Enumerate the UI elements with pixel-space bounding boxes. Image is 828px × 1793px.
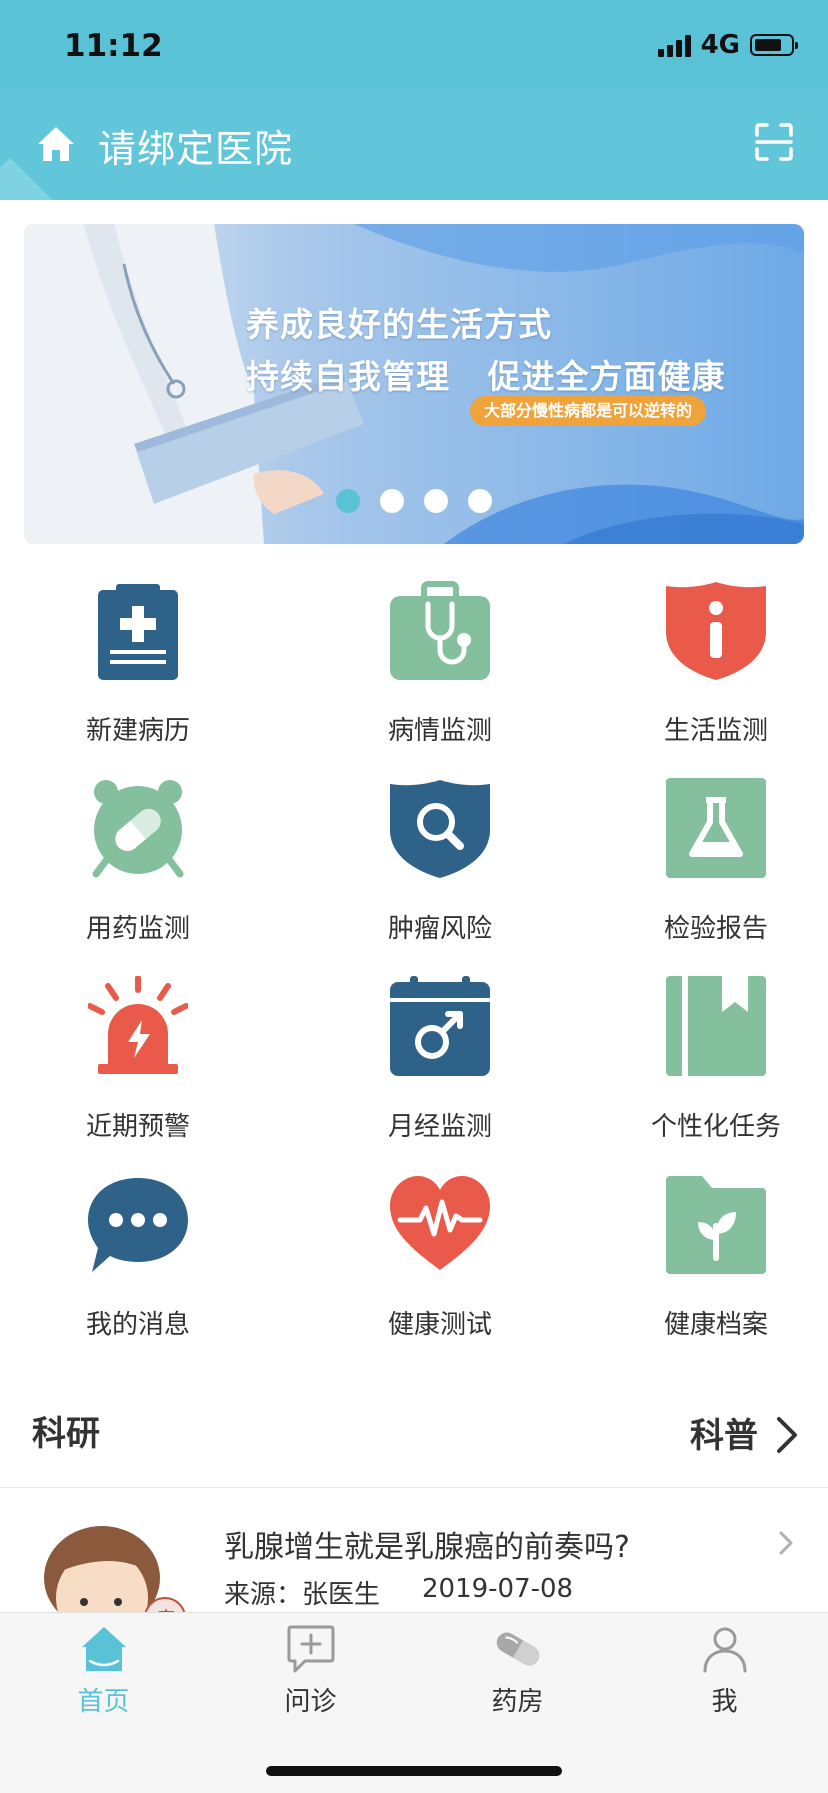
- siren-icon: [88, 976, 188, 1074]
- carousel-dot[interactable]: [380, 489, 404, 513]
- grid-label: 个性化任务: [650, 1112, 781, 1142]
- capsule-icon: [496, 1632, 539, 1666]
- grid-label: 健康档案: [663, 1310, 768, 1340]
- stethoscope-icon: [390, 581, 490, 680]
- status-bar: 11:12 4G: [0, 0, 828, 88]
- article-source: 来源：张医生: [224, 1580, 381, 1610]
- consult-icon: [287, 1625, 334, 1673]
- network-type: 4G: [700, 30, 740, 60]
- home-icon[interactable]: [34, 124, 78, 164]
- chevron-right-icon[interactable]: [776, 1416, 798, 1454]
- top-header: 请绑定医院: [0, 88, 828, 200]
- tab-label: 问诊: [284, 1687, 337, 1717]
- book-icon: [666, 976, 766, 1076]
- grid-menstrual-monitor[interactable]: 月经监测: [320, 976, 560, 1176]
- grid-label: 月经监测: [387, 1112, 492, 1142]
- chevron-right-icon: [779, 1531, 793, 1555]
- home-indicator: [266, 1766, 562, 1776]
- section-header: 科研 科普: [0, 1380, 828, 1488]
- grid-label: 肿瘤风险: [387, 914, 492, 944]
- user-icon: [703, 1627, 746, 1673]
- scan-icon[interactable]: [754, 122, 794, 162]
- tab-label: 我: [711, 1687, 738, 1717]
- status-indicators: 4G: [657, 30, 798, 60]
- battery-icon: [750, 34, 798, 56]
- grid-lab-report[interactable]: 检验报告: [596, 778, 828, 978]
- calendar-gender-icon: [390, 976, 490, 1076]
- banner-tag: 大部分慢性病都是可以逆转的: [470, 396, 707, 426]
- flask-icon: [666, 778, 766, 878]
- grid-label: 我的消息: [85, 1310, 190, 1340]
- carousel-dot[interactable]: [468, 489, 492, 513]
- tab-home[interactable]: 首页: [0, 1623, 207, 1718]
- grid-life-monitor[interactable]: 生活监测: [596, 580, 828, 780]
- grid-label: 生活监测: [663, 716, 768, 746]
- grid-new-record[interactable]: 新建病历: [18, 580, 258, 780]
- tab-research[interactable]: 科研: [32, 1406, 100, 1455]
- article-list-item[interactable]: 痛 乳腺增生就是乳腺癌的前奏吗? 来源：张医生 2019-07-08: [0, 1488, 828, 1612]
- article-title: 乳腺增生就是乳腺癌的前奏吗?: [224, 1530, 630, 1565]
- hospital-bind-title[interactable]: 请绑定医院: [98, 118, 293, 173]
- signal-icon: [657, 33, 691, 57]
- grid-health-test[interactable]: 健康测试: [320, 1174, 560, 1374]
- carousel-dot[interactable]: [424, 489, 448, 513]
- grid-personal-tasks[interactable]: 个性化任务: [596, 976, 828, 1176]
- search-shield-icon: [390, 780, 490, 878]
- chat-bubble-icon: [88, 1178, 188, 1272]
- banner-subheadline: 持续自我管理 促进全方面健康: [246, 357, 726, 396]
- grid-label: 近期预警: [85, 1112, 190, 1142]
- banner-headline: 养成良好的生活方式: [246, 305, 552, 344]
- heart-pulse-icon: [390, 1176, 490, 1270]
- grid-label: 用药监测: [85, 914, 190, 944]
- article-date: 2019-07-08: [422, 1574, 574, 1604]
- tab-label: 首页: [77, 1687, 130, 1717]
- grid-my-messages[interactable]: 我的消息: [18, 1174, 258, 1374]
- tab-pharmacy[interactable]: 药房: [414, 1623, 621, 1718]
- grid-label: 病情监测: [387, 716, 492, 746]
- grid-tumor-risk[interactable]: 肿瘤风险: [320, 778, 560, 978]
- folder-plant-icon: [666, 1176, 766, 1274]
- grid-label: 新建病历: [85, 716, 190, 746]
- grid-label: 健康测试: [387, 1310, 492, 1340]
- pill-alarm-icon: [92, 780, 184, 878]
- grid-recent-alert[interactable]: 近期预警: [18, 976, 258, 1176]
- home-icon: [81, 1627, 126, 1671]
- grid-condition-monitor[interactable]: 病情监测: [320, 580, 560, 780]
- medical-record-icon: [98, 584, 178, 680]
- carousel-dots[interactable]: [336, 489, 492, 513]
- tab-science-popular[interactable]: 科普: [690, 1408, 758, 1457]
- status-time: 11:12: [64, 28, 163, 64]
- grid-medication-monitor[interactable]: 用药监测: [18, 778, 258, 978]
- health-banner[interactable]: 养成良好的生活方式 持续自我管理 促进全方面健康 大部分慢性病都是可以逆转的: [24, 224, 804, 544]
- tab-label: 药房: [491, 1687, 544, 1717]
- article-thumbnail: 痛: [44, 1526, 186, 1612]
- carousel-dot[interactable]: [336, 489, 360, 513]
- tab-me[interactable]: 我: [621, 1623, 828, 1718]
- grid-label: 检验报告: [663, 914, 768, 944]
- grid-health-archive[interactable]: 健康档案: [596, 1174, 828, 1374]
- info-shield-icon: [666, 582, 766, 680]
- tab-consult[interactable]: 问诊: [207, 1623, 414, 1718]
